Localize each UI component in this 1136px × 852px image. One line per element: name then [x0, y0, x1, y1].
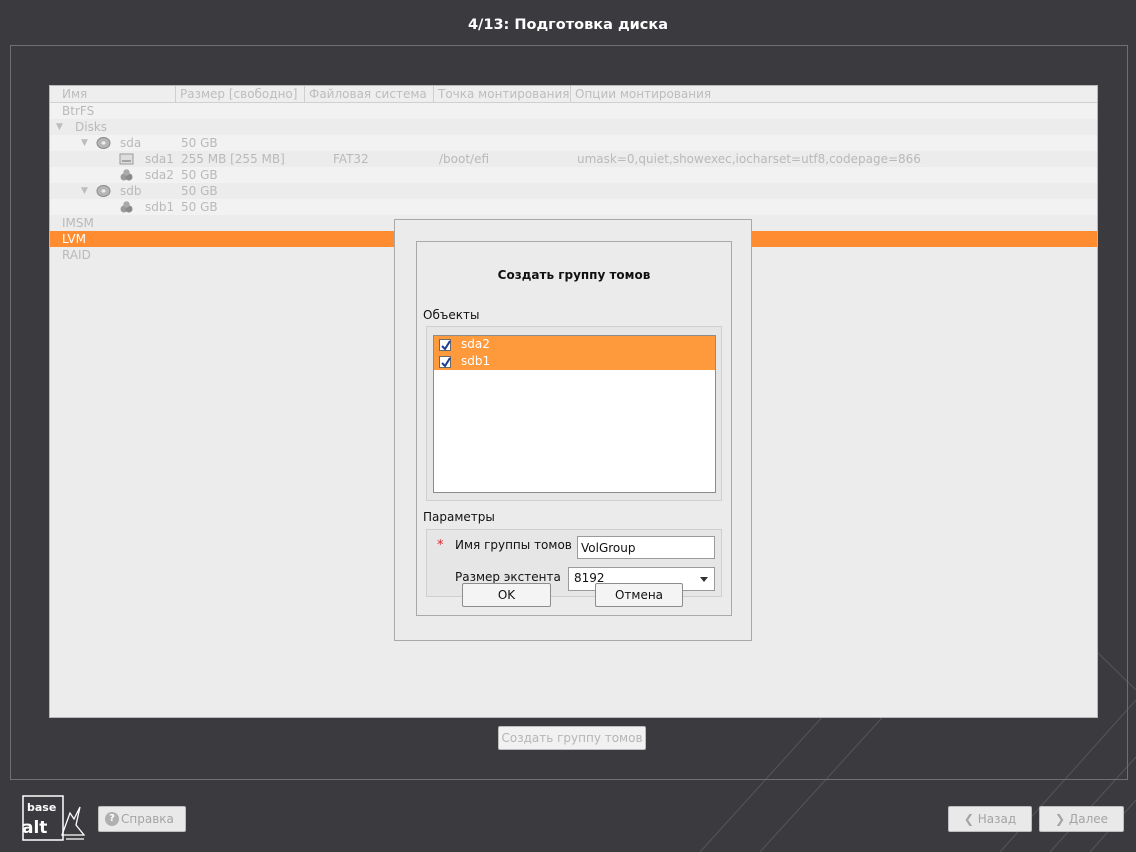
collapse-arrow-icon[interactable]: ▼	[56, 119, 63, 135]
extent-size-label: Размер экстента	[455, 570, 561, 584]
help-icon: ?	[105, 812, 119, 826]
object-item-sdb1[interactable]: sdb1	[434, 353, 715, 370]
tree-row-size: 255 MB [255 MB]	[181, 152, 285, 166]
tree-row-label: RAID	[62, 248, 91, 262]
tree-row-label: IMSM	[62, 216, 94, 230]
column-header-mountpoint[interactable]: Точка монтирования	[434, 86, 571, 102]
tree-row-label: sda	[120, 136, 142, 150]
tree-row-sda1[interactable]: sda1 255 MB [255 MB] FAT32 /boot/efi uma…	[50, 151, 1097, 167]
partition-icon	[119, 153, 134, 165]
svg-text:alt: alt	[22, 818, 47, 838]
tree-row-sda2[interactable]: sda2 50 GB	[50, 167, 1097, 183]
tree-row-size: 50 GB	[181, 184, 218, 198]
create-volume-group-button[interactable]: Создать группу томов	[498, 726, 646, 750]
parameters-label: Параметры	[423, 510, 495, 524]
tree-row-label: sdb	[120, 184, 142, 198]
tree-row-sdb[interactable]: ▼ sdb 50 GB	[50, 183, 1097, 199]
disk-icon	[96, 185, 111, 197]
installer-window: 4/13: Подготовка диска Имя Размер [свобо…	[0, 0, 1136, 852]
chevron-right-icon: ❯	[1054, 812, 1069, 826]
column-header-filesystem[interactable]: Файловая система	[305, 86, 434, 102]
chevron-left-icon: ❮	[963, 812, 978, 826]
checkbox-sda2[interactable]	[439, 339, 451, 351]
object-item-label: sdb1	[461, 354, 491, 368]
tree-row-size: 50 GB	[181, 136, 218, 150]
object-item-label: sda2	[461, 337, 490, 351]
tree-row-mount-options: umask=0,quiet,showexec,iocharset=utf8,co…	[577, 152, 921, 166]
ok-button[interactable]: OK	[462, 583, 551, 607]
tree-row-disks[interactable]: ▼ Disks	[50, 119, 1097, 135]
tree-row-btrfs[interactable]: BtrFS	[50, 103, 1097, 119]
vg-name-input[interactable]	[577, 536, 715, 559]
tree-row-label: sdb1	[145, 200, 175, 214]
column-header-size[interactable]: Размер [свободно]	[176, 86, 305, 102]
tree-row-size: 50 GB	[181, 200, 218, 214]
svg-text:base: base	[27, 801, 56, 814]
tree-row-size: 50 GB	[181, 168, 218, 182]
tree-header: Имя Размер [свободно] Файловая система Т…	[50, 86, 1097, 103]
checkbox-sdb1[interactable]	[439, 356, 451, 368]
dialog-title: Создать группу томов	[497, 268, 651, 282]
help-label: Справка	[121, 812, 174, 826]
objects-group: sda2 sdb1	[426, 326, 722, 501]
objects-label: Объекты	[423, 308, 480, 322]
base-alt-logo: base alt	[22, 795, 86, 841]
tree-row-filesystem: FAT32	[333, 152, 369, 166]
disk-icon	[96, 137, 111, 149]
collapse-arrow-icon[interactable]: ▼	[81, 135, 88, 151]
back-label: Назад	[977, 812, 1017, 826]
cancel-button[interactable]: Отмена	[595, 583, 683, 607]
column-header-mount-options[interactable]: Опции монтирования	[571, 86, 1097, 102]
tree-row-label: LVM	[62, 232, 86, 246]
create-volume-group-dialog: Создать группу томов Объекты sda2 sdb1 П…	[416, 241, 732, 616]
modal-overlay-frame: Создать группу томов Объекты sda2 sdb1 П…	[394, 219, 752, 641]
vg-name-label: Имя группы томов	[455, 538, 572, 552]
column-header-name[interactable]: Имя	[50, 86, 176, 102]
tree-row-label: sda1	[145, 152, 174, 166]
tree-row-sda[interactable]: ▼ sda 50 GB	[50, 135, 1097, 151]
tree-row-label: BtrFS	[62, 104, 95, 118]
object-item-sda2[interactable]: sda2	[434, 336, 715, 353]
free-space-icon	[120, 201, 133, 213]
checkmark-icon	[441, 340, 451, 351]
tree-row-mountpoint: /boot/efi	[439, 152, 490, 166]
back-button[interactable]: ❮ Назад	[948, 806, 1032, 832]
next-label: Далее	[1068, 812, 1109, 826]
page-title: 4/13: Подготовка диска	[467, 17, 669, 33]
objects-list[interactable]: sda2 sdb1	[433, 335, 716, 493]
chevron-down-icon	[700, 577, 708, 582]
free-space-icon	[120, 169, 133, 181]
help-button[interactable]: ? Справка	[98, 806, 186, 832]
collapse-arrow-icon[interactable]: ▼	[81, 183, 88, 199]
tree-row-label: sda2	[145, 168, 174, 182]
required-mark: *	[437, 538, 444, 553]
next-button[interactable]: ❯ Далее	[1039, 806, 1124, 832]
checkmark-icon	[441, 357, 451, 368]
tree-row-label: Disks	[75, 120, 108, 134]
tree-row-sdb1[interactable]: sdb1 50 GB	[50, 199, 1097, 215]
